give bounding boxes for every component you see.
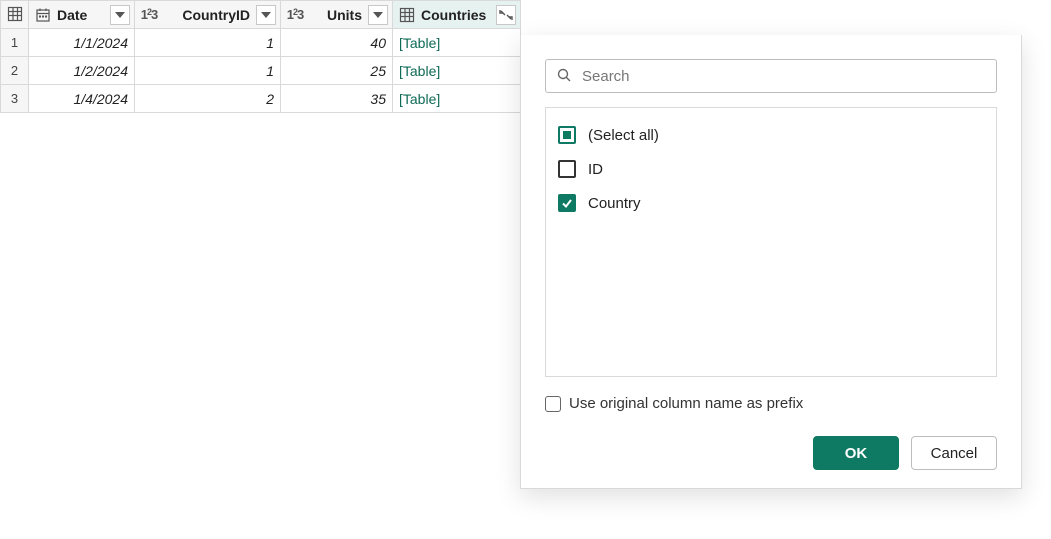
column-label: CountryID [163,7,252,23]
option-id[interactable]: ID [558,152,984,186]
ok-button[interactable]: OK [813,436,899,470]
row-number[interactable]: 3 [1,85,29,113]
search-box[interactable] [545,59,997,93]
cell-countries[interactable]: [Table] [393,29,521,57]
table-row[interactable]: 3 1/4/2024 2 35 [Table] [1,85,521,113]
checkbox-unchecked-icon [558,160,576,178]
filter-button-date[interactable] [110,5,130,25]
option-label: (Select all) [588,127,659,144]
column-header-date[interactable]: Date [29,1,135,29]
column-label: Countries [421,7,492,23]
expand-column-popup: (Select all) ID Country Use original col… [520,35,1022,489]
cell-units[interactable]: 25 [281,57,393,85]
filter-button-units[interactable] [368,5,388,25]
cell-countries[interactable]: [Table] [393,85,521,113]
data-grid: Date 123 CountryID 123 Uni [0,0,521,113]
option-select-all[interactable]: (Select all) [558,118,984,152]
row-number[interactable]: 2 [1,57,29,85]
column-header-countryid[interactable]: 123 CountryID [135,1,281,29]
cell-countryid[interactable]: 1 [135,57,281,85]
cell-date[interactable]: 1/1/2024 [29,29,135,57]
number-type-icon: 123 [139,5,159,25]
cell-countries[interactable]: [Table] [393,57,521,85]
table-row[interactable]: 1 1/1/2024 1 40 [Table] [1,29,521,57]
search-icon [556,67,572,86]
search-input[interactable] [580,67,986,86]
prefix-checkbox-row[interactable]: Use original column name as prefix [545,395,997,412]
checkbox-checked-icon [558,194,576,212]
table-row[interactable]: 2 1/2/2024 1 25 [Table] [1,57,521,85]
corner-cell[interactable] [1,1,29,29]
checkbox-unchecked-icon [545,396,561,412]
column-header-countries[interactable]: Countries [393,1,521,29]
cell-countryid[interactable]: 1 [135,29,281,57]
cell-units[interactable]: 35 [281,85,393,113]
table-icon [5,4,25,24]
cell-date[interactable]: 1/2/2024 [29,57,135,85]
number-type-icon: 123 [285,5,305,25]
calendar-icon [33,5,53,25]
cell-date[interactable]: 1/4/2024 [29,85,135,113]
option-label: Country [588,195,641,212]
row-number[interactable]: 1 [1,29,29,57]
button-row: OK Cancel [545,436,997,470]
column-label: Units [309,7,364,23]
cell-countryid[interactable]: 2 [135,85,281,113]
option-label: ID [588,161,603,178]
column-list: (Select all) ID Country [545,107,997,377]
table-icon [397,5,417,25]
filter-button-countryid[interactable] [256,5,276,25]
cancel-button[interactable]: Cancel [911,436,997,470]
option-country[interactable]: Country [558,186,984,220]
column-label: Date [57,7,106,23]
checkbox-indeterminate-icon [558,126,576,144]
expand-button-countries[interactable] [496,5,516,25]
column-header-units[interactable]: 123 Units [281,1,393,29]
prefix-label: Use original column name as prefix [569,395,803,412]
cell-units[interactable]: 40 [281,29,393,57]
